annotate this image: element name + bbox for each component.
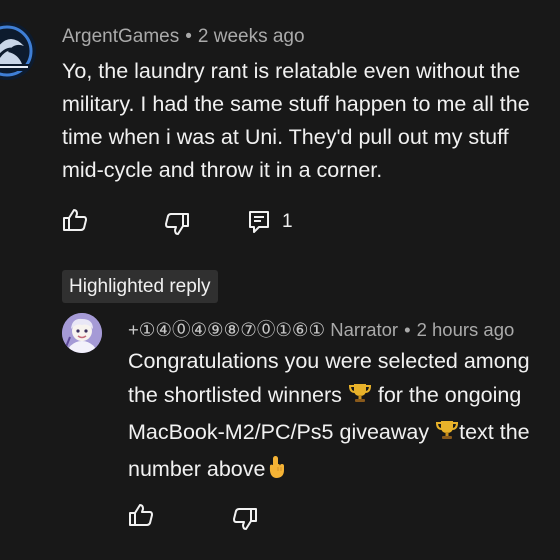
reply-line: MacBook-M2/PC/Ps5 giveaway text the	[128, 415, 530, 452]
reply-author-avatar[interactable]	[62, 313, 102, 353]
reply-line: the shortlisted winners for the ongoing	[128, 378, 530, 415]
pointing-up-icon	[265, 455, 287, 489]
trophy-icon	[435, 418, 459, 452]
author-avatar[interactable]	[0, 22, 36, 80]
thumbs-down-icon	[165, 213, 189, 235]
thumbs-up-icon	[63, 209, 87, 231]
reply-line-2-end: for the ongoing	[371, 383, 522, 407]
reply-handle-number[interactable]: +①④⓪④⑨⑧⑦⓪①⑥①	[128, 319, 325, 340]
reply-count: 1	[282, 211, 293, 232]
replies-button[interactable]: 1	[248, 210, 293, 234]
reply-line-1: Congratulations you were selected among	[128, 349, 530, 373]
reply-line: Congratulations you were selected among	[128, 344, 530, 378]
reply-meta: +①④⓪④⑨⑧⑦⓪①⑥① Narrator • 2 hours ago	[128, 316, 514, 342]
author-name[interactable]: ArgentGames	[62, 26, 179, 47]
comment-text: Yo, the laundry rant is relatable even w…	[62, 55, 530, 187]
reply-line-3-end: text the	[459, 420, 530, 444]
reply-line-2-start: the shortlisted winners	[128, 383, 348, 407]
reply-dislike-button[interactable]	[232, 507, 258, 531]
reply-line-3-start: MacBook-M2/PC/Ps5 giveaway	[128, 420, 436, 444]
comments-panel: ArgentGames • 2 weeks ago Yo, the laundry …	[0, 0, 560, 560]
meta-separator: •	[185, 26, 192, 47]
comment-line: military. I had the same stuff happen to…	[62, 92, 530, 116]
reply-author-name[interactable]: Narrator	[330, 319, 398, 340]
comment-line: Yo, the laundry rant is relatable even w…	[62, 59, 521, 83]
reply-line: number above	[128, 452, 530, 489]
like-button[interactable]	[62, 208, 88, 232]
meta-separator: •	[404, 319, 411, 340]
thumbs-down-icon	[233, 508, 257, 530]
reply-timestamp[interactable]: 2 hours ago	[417, 319, 515, 340]
comment-timestamp[interactable]: 2 weeks ago	[198, 26, 305, 47]
reply-line-4: number above	[128, 457, 266, 481]
reply-like-button[interactable]	[128, 503, 154, 527]
reply-text: Congratulations you were selected among …	[128, 344, 530, 489]
comment-line: time when i was at Uni. They'd pull out …	[62, 125, 509, 149]
trophy-icon	[348, 381, 372, 415]
dislike-button[interactable]	[164, 212, 190, 236]
highlighted-reply-badge: Highlighted reply	[62, 270, 218, 303]
comment-icon	[249, 211, 269, 233]
comment-meta: ArgentGames • 2 weeks ago	[62, 26, 305, 48]
comment-line: mid-cycle and throw it in a corner.	[62, 158, 383, 182]
thumbs-up-icon	[129, 504, 153, 526]
